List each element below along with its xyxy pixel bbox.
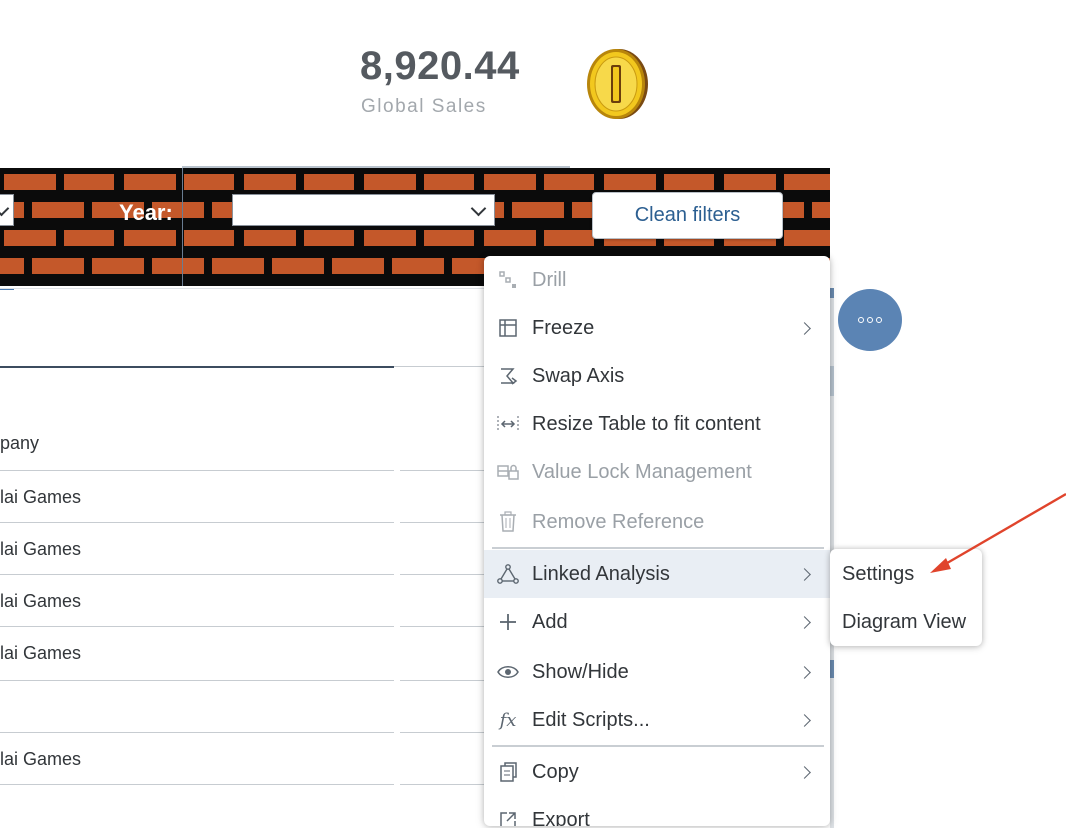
table-divider: [0, 470, 394, 471]
table-cell: lai Games: [0, 539, 82, 559]
menu-item-show-hide[interactable]: Show/Hide: [484, 648, 830, 696]
menu-item-remove-reference[interactable]: Remove Reference: [484, 498, 830, 546]
chevron-down-icon: [0, 200, 10, 217]
table-divider: [400, 680, 484, 681]
chevron-right-icon: [798, 713, 811, 727]
table-divider: [0, 288, 484, 289]
chevron-down-icon: [470, 200, 487, 217]
menu-item-label: Resize Table to fit content: [532, 412, 761, 435]
submenu-item-diagram-view[interactable]: Diagram View: [842, 611, 966, 634]
menu-item-label: Linked Analysis: [532, 562, 670, 585]
kpi-label: Global Sales: [361, 96, 487, 117]
table-divider: [400, 626, 484, 627]
more-actions-button[interactable]: [838, 289, 902, 351]
menu-item-value-lock[interactable]: Value Lock Management: [484, 448, 830, 496]
more-icon: [858, 317, 882, 323]
menu-item-label: Swap Axis: [532, 364, 625, 387]
menu-item-label: Freeze: [532, 316, 595, 339]
coin-icon: [585, 47, 649, 121]
table-divider: [400, 522, 484, 523]
submenu-item-settings[interactable]: Settings: [842, 563, 914, 586]
chevron-right-icon: [798, 567, 811, 581]
menu-item-copy[interactable]: Copy: [484, 748, 830, 796]
chevron-right-icon: [798, 615, 811, 629]
swap-axis-icon: [496, 364, 520, 388]
menu-item-drill[interactable]: Drill: [484, 256, 830, 304]
year-label: Year:: [119, 200, 173, 225]
chevron-right-icon: [798, 765, 811, 779]
resize-icon: [496, 412, 520, 436]
table-cell: lai Games: [0, 643, 82, 663]
context-menu: Drill Freeze Swap Axis Resize Table to f…: [484, 256, 830, 826]
clean-filters-button[interactable]: Clean filters: [592, 192, 783, 239]
menu-item-label: Value Lock Management: [532, 460, 752, 483]
table-divider: [400, 574, 484, 575]
menu-item-resize-table[interactable]: Resize Table to fit content: [484, 400, 830, 448]
fx-icon: fx: [499, 709, 517, 731]
menu-item-add[interactable]: Add: [484, 598, 830, 646]
banner-divider: [182, 168, 183, 286]
drill-icon: [496, 268, 520, 292]
export-icon: [496, 808, 520, 826]
partial-dropdown[interactable]: [0, 194, 14, 226]
menu-item-label: Export: [532, 808, 590, 827]
plus-icon: [496, 610, 520, 634]
menu-item-label: Remove Reference: [532, 510, 705, 533]
table-divider: [0, 626, 394, 627]
menu-item-label: Copy: [532, 760, 579, 783]
menu-item-freeze[interactable]: Freeze: [484, 304, 830, 352]
table-divider: [0, 784, 394, 785]
chevron-right-icon: [798, 321, 811, 335]
table-divider: [400, 470, 484, 471]
table-divider: [0, 680, 394, 681]
menu-separator: [492, 547, 824, 549]
table-divider: [400, 732, 484, 733]
linked-analysis-submenu: Settings Diagram View: [830, 549, 982, 646]
value-lock-icon: [496, 460, 520, 484]
kpi-value: 8,920.44: [360, 44, 520, 88]
table-divider: [394, 366, 484, 367]
menu-item-label: Edit Scripts...: [532, 708, 650, 731]
table-divider: [0, 732, 394, 733]
menu-item-label: Drill: [532, 268, 567, 291]
menu-item-linked-analysis[interactable]: Linked Analysis: [484, 550, 830, 598]
menu-item-swap-axis[interactable]: Swap Axis: [484, 352, 830, 400]
table-header-line: [0, 366, 394, 368]
copy-icon: [496, 760, 520, 784]
menu-item-label: Add: [532, 610, 568, 633]
linked-analysis-icon: [496, 562, 520, 586]
menu-item-label: Show/Hide: [532, 660, 629, 683]
menu-item-edit-scripts[interactable]: fx Edit Scripts...: [484, 696, 830, 744]
table-divider: [400, 784, 484, 785]
table-divider: [0, 574, 394, 575]
table-cell: pany: [0, 433, 40, 453]
freeze-icon: [496, 316, 520, 340]
eye-icon: [496, 660, 520, 684]
table-divider: [0, 522, 394, 523]
banner-top-border: [182, 166, 570, 168]
menu-separator: [492, 745, 824, 747]
table-cell: lai Games: [0, 591, 82, 611]
trash-icon: [496, 510, 520, 534]
chevron-right-icon: [798, 665, 811, 679]
table-cell: lai Games: [0, 487, 82, 507]
year-dropdown[interactable]: [232, 194, 495, 226]
table-cell: lai Games: [0, 749, 82, 769]
